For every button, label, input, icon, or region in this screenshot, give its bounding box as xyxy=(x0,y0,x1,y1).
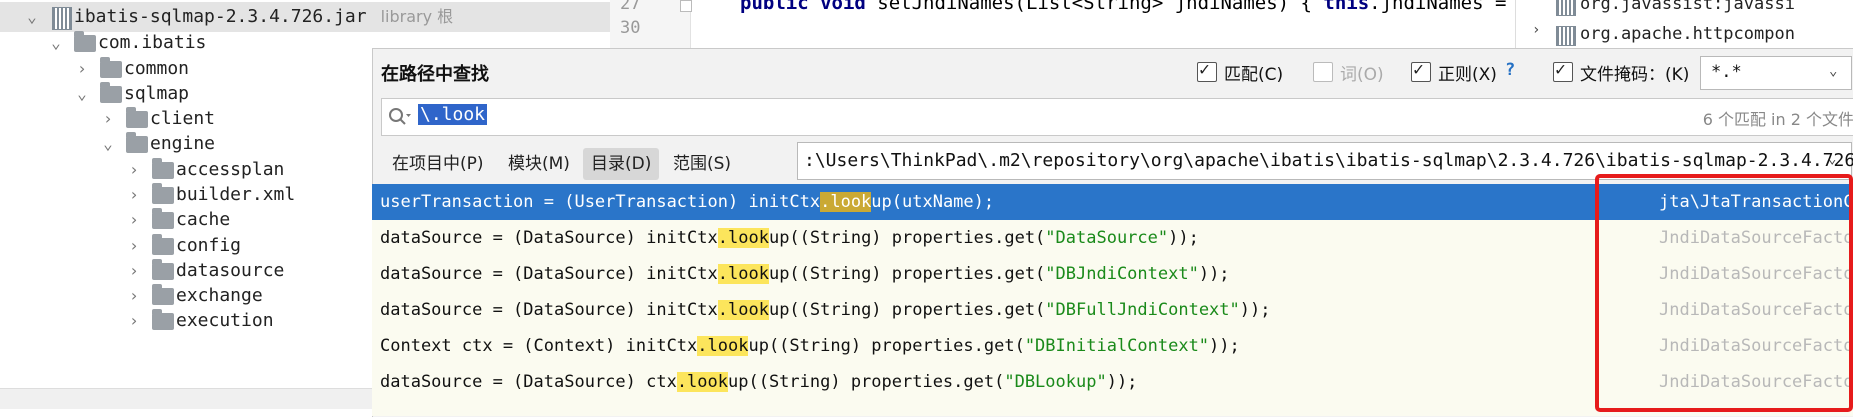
result-code: userTransaction = (UserTransaction) init… xyxy=(380,192,995,212)
chevron-right-icon[interactable]: › xyxy=(126,306,142,336)
match-highlight: .look xyxy=(717,228,769,248)
line-number: 27 xyxy=(620,0,641,14)
fold-marker-icon[interactable] xyxy=(680,0,692,12)
match-highlight: .look xyxy=(676,372,728,392)
result-code: dataSource = (DataSource) initCtx.lookup… xyxy=(380,300,1271,320)
chevron-down-icon: ⌄ xyxy=(1828,151,1837,167)
library-icon xyxy=(1556,26,1576,46)
tree-item-label: execution xyxy=(176,310,274,331)
chevron-right-icon[interactable]: › xyxy=(1532,22,1540,38)
result-code: Context ctx = (Context) initCtx.lookup((… xyxy=(380,336,1240,356)
match-highlight: .look xyxy=(717,300,769,320)
match-case-label: 匹配(C) xyxy=(1224,65,1284,85)
code-text: .jndiNames = xyxy=(1369,0,1507,14)
package-icon xyxy=(152,183,174,204)
code-keyword: public void xyxy=(740,0,866,14)
package-icon xyxy=(152,309,174,330)
match-highlight: .look xyxy=(820,192,872,212)
result-code: dataSource = (DataSource) initCtx.lookup… xyxy=(380,228,1199,248)
file-mask-checkbox[interactable] xyxy=(1553,59,1573,82)
package-icon xyxy=(100,82,122,103)
tab-scope[interactable]: 范围(S) xyxy=(665,148,739,180)
search-input[interactable]: \.look 6 个匹配 in 2 个文件 xyxy=(381,98,1853,136)
match-highlight: .look xyxy=(717,264,769,284)
regex-help-icon[interactable]: ? xyxy=(1505,60,1515,80)
tab-in-project[interactable]: 在项目中(P) xyxy=(384,148,492,180)
tab-module[interactable]: 模块(M) xyxy=(500,148,578,180)
match-case-checkbox[interactable] xyxy=(1197,59,1217,82)
tree-horizontal-scrollbar[interactable] xyxy=(0,388,372,409)
match-highlight: .look xyxy=(697,336,749,356)
tab-directory[interactable]: 目录(D) xyxy=(583,148,660,180)
match-count: 6 个匹配 in 2 个文件 xyxy=(1702,110,1853,129)
words-label: 词(O) xyxy=(1340,65,1384,85)
package-icon xyxy=(126,107,148,128)
file-mask-label: 文件掩码：(K) xyxy=(1580,65,1690,85)
result-code: dataSource = (DataSource) ctx.lookup((St… xyxy=(380,372,1138,392)
package-icon xyxy=(126,132,148,153)
code-keyword: this xyxy=(1323,0,1370,14)
library-item[interactable]: org.apache.httpcompon xyxy=(1580,24,1795,44)
editor-gutter: 27 30 xyxy=(610,0,691,48)
directory-path: :\Users\ThinkPad\.m2\repository\org\apac… xyxy=(804,150,1853,171)
package-icon xyxy=(152,284,174,305)
library-item[interactable]: org.javassist:javassi xyxy=(1580,0,1795,14)
package-icon xyxy=(152,208,174,229)
file-mask-value: *.* xyxy=(1711,62,1742,82)
code-text: setJndiNames(List<String> jndiNames) { xyxy=(865,0,1324,14)
package-icon xyxy=(152,234,174,255)
dialog-title: 在路径中查找 xyxy=(381,64,489,85)
code-line: public void setJndiNames(List<String> jn… xyxy=(740,0,1506,14)
package-icon xyxy=(152,158,174,179)
file-mask-select[interactable]: *.* ⌄ xyxy=(1700,56,1852,90)
chevron-down-icon: ⌄ xyxy=(1829,63,1838,79)
search-query: \.look xyxy=(418,104,488,125)
line-number: 30 xyxy=(620,18,641,38)
result-code: dataSource = (DataSource) initCtx.lookup… xyxy=(380,264,1230,284)
package-icon xyxy=(100,57,122,78)
package-icon xyxy=(74,31,96,52)
regex-checkbox[interactable] xyxy=(1411,59,1431,82)
jar-icon xyxy=(52,7,72,30)
library-root-suffix: library 根 xyxy=(380,7,454,26)
words-checkbox[interactable] xyxy=(1313,62,1333,82)
regex-label: 正则(X) xyxy=(1438,65,1497,85)
search-icon[interactable] xyxy=(388,107,412,127)
package-icon xyxy=(152,259,174,280)
library-icon xyxy=(1556,0,1576,16)
annotation-highlight-box xyxy=(1595,174,1853,412)
